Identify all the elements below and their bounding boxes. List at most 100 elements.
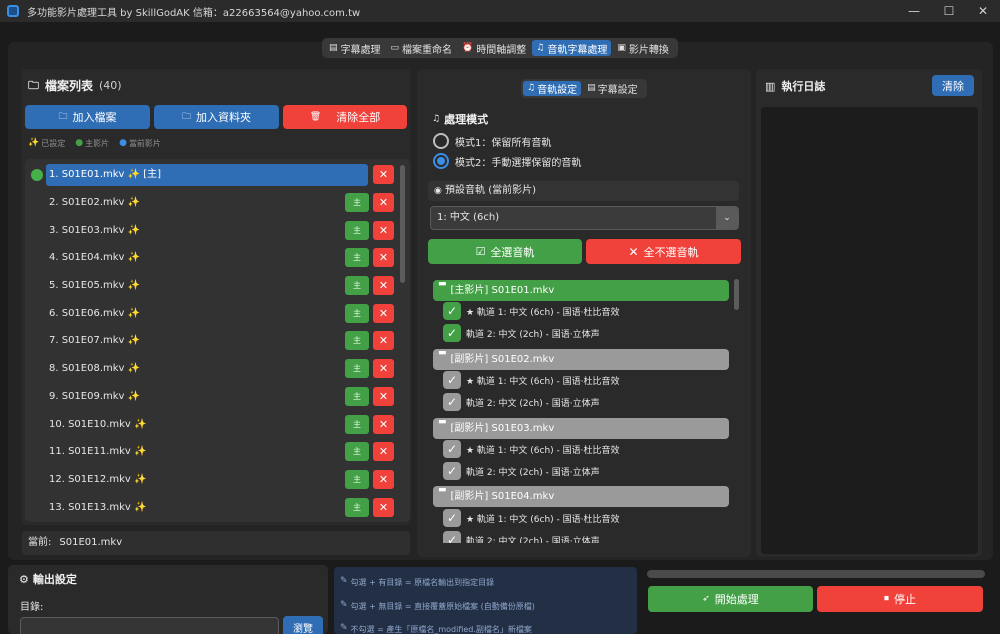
chevron-down-icon[interactable]: ⌄ [716, 207, 738, 229]
file-item[interactable]: 6. S01E06.mkv ✨ 主 ✕ [25, 303, 410, 325]
file-name[interactable]: 6. S01E06.mkv ✨ [46, 303, 140, 325]
start-button[interactable]: ➶ 開始處理 [648, 586, 813, 612]
add-folder-button[interactable]: 🗀 加入資料夾 [154, 105, 279, 129]
file-name[interactable]: 9. S01E09.mkv ✨ [46, 386, 140, 408]
tab-subtitle-settings[interactable]: ▤ 字幕設定 [583, 81, 642, 97]
mode1-radio[interactable]: 模式1：保留所有音軌 [433, 133, 551, 149]
checkbox-checked-icon[interactable]: ✓ [443, 302, 461, 320]
remove-file-button[interactable]: ✕ [373, 304, 394, 323]
set-main-button[interactable]: 主 [345, 470, 369, 489]
radio-selected-icon[interactable] [433, 153, 449, 169]
set-main-button[interactable]: 主 [345, 304, 369, 323]
checkbox-checked-icon[interactable]: ✓ [443, 440, 461, 458]
set-main-button[interactable]: 主 [345, 221, 369, 240]
file-item[interactable]: 11. S01E11.mkv ✨ 主 ✕ [25, 441, 410, 463]
checkbox-checked-icon[interactable]: ✓ [443, 531, 461, 543]
tab-audio-subtitle[interactable]: ♫ 音軌字幕處理 [532, 40, 612, 56]
set-main-button[interactable]: 主 [345, 193, 369, 212]
preset-track-select[interactable]: 1: 中文 (6ch) ⌄ [430, 206, 739, 230]
radio-icon[interactable] [433, 133, 449, 149]
remove-file-button[interactable]: ✕ [373, 248, 394, 267]
file-item[interactable]: 4. S01E04.mkv ✨ 主 ✕ [25, 247, 410, 269]
browse-button[interactable]: 瀏覽 [283, 616, 323, 634]
file-name[interactable]: 10. S01E10.mkv ✨ [46, 414, 146, 436]
select-all-label: 全選音軌 [490, 245, 535, 259]
remove-file-button[interactable]: ✕ [373, 442, 394, 461]
select-none-tracks-button[interactable]: ✕ 全不選音軌 [586, 239, 741, 264]
log-output[interactable] [761, 107, 978, 554]
file-name[interactable]: 2. S01E02.mkv ✨ [46, 192, 140, 214]
mode2-radio[interactable]: 模式2：手動選擇保留的音軌 [433, 153, 581, 169]
remove-file-button[interactable]: ✕ [373, 387, 394, 406]
track-item[interactable]: ✓ ★ 軌道 1: 中文 (6ch) - 国语·杜比音效 [443, 440, 620, 458]
remove-file-button[interactable]: ✕ [373, 193, 394, 212]
checkbox-checked-icon[interactable]: ✓ [443, 509, 461, 527]
add-files-button[interactable]: 🗀 加入檔案 [25, 105, 150, 129]
file-name[interactable]: 13. S01E13.mkv ✨ [46, 497, 146, 519]
track-item[interactable]: ✓ 軌道 2: 中文 (2ch) - 国语·立体声 [443, 393, 600, 411]
maximize-button[interactable]: ☐ [932, 0, 966, 22]
file-name[interactable]: 11. S01E11.mkv ✨ [46, 441, 146, 463]
tab-subtitle[interactable]: ▤ 字幕處理 [325, 40, 385, 56]
browse-label: 瀏覽 [293, 623, 313, 634]
file-name[interactable]: 7. S01E07.mkv ✨ [46, 330, 140, 352]
track-item[interactable]: ✓ 軌道 2: 中文 (2ch) - 国语·立体声 [443, 324, 600, 342]
file-name[interactable]: 5. S01E05.mkv ✨ [46, 275, 140, 297]
video-group-header: ▬ [副影片] S01E04.mkv [433, 486, 729, 507]
set-main-button[interactable]: 主 [345, 498, 369, 517]
track-item[interactable]: ✓ ★ 軌道 1: 中文 (6ch) - 国语·杜比音效 [443, 371, 620, 389]
remove-file-button[interactable]: ✕ [373, 415, 394, 434]
tab-rename[interactable]: ▭ 檔案重命名 [387, 40, 457, 56]
file-item[interactable]: 3. S01E03.mkv ✨ 主 ✕ [25, 220, 410, 242]
tab-audio-settings[interactable]: ♫ 音軌設定 [523, 81, 582, 96]
file-item[interactable]: 9. S01E09.mkv ✨ 主 ✕ [25, 386, 410, 408]
track-item[interactable]: ✓ ★ 軌道 1: 中文 (6ch) - 国语·杜比音效 [443, 509, 620, 527]
remove-file-button[interactable]: ✕ [373, 165, 394, 184]
clear-log-button[interactable]: 清除 [932, 75, 974, 96]
set-main-button[interactable]: 主 [345, 415, 369, 434]
set-main-button[interactable]: 主 [345, 331, 369, 350]
file-item[interactable]: 2. S01E02.mkv ✨ 主 ✕ [25, 192, 410, 214]
output-dir-input[interactable] [20, 617, 279, 634]
remove-file-button[interactable]: ✕ [373, 498, 394, 517]
set-main-button[interactable]: 主 [345, 276, 369, 295]
file-name[interactable]: 8. S01E08.mkv ✨ [46, 358, 140, 380]
remove-file-button[interactable]: ✕ [373, 276, 394, 295]
track-item[interactable]: ✓ 軌道 2: 中文 (2ch) - 国语·立体声 [443, 531, 600, 543]
set-main-button[interactable]: 主 [345, 442, 369, 461]
file-item[interactable]: 7. S01E07.mkv ✨ 主 ✕ [25, 330, 410, 352]
set-main-button[interactable]: 主 [345, 387, 369, 406]
select-all-tracks-button[interactable]: ☑ 全選音軌 [428, 239, 582, 264]
remove-file-button[interactable]: ✕ [373, 359, 394, 378]
file-name[interactable]: 1. S01E01.mkv ✨ [主] [46, 164, 368, 186]
tab-video-convert[interactable]: ▣ 影片轉換 [613, 40, 673, 56]
file-name[interactable]: 3. S01E03.mkv ✨ [46, 220, 140, 242]
tab-timeline[interactable]: ⏰ 時間軸調整 [458, 40, 530, 56]
file-item[interactable]: 10. S01E10.mkv ✨ 主 ✕ [25, 414, 410, 436]
checkbox-checked-icon[interactable]: ✓ [443, 371, 461, 389]
preset-track-header: ◉ 預設音軌 (當前影片) [428, 181, 739, 201]
set-main-button[interactable]: 主 [345, 359, 369, 378]
file-item[interactable]: 13. S01E13.mkv ✨ 主 ✕ [25, 497, 410, 519]
file-list-scrollbar[interactable] [400, 165, 405, 283]
track-item[interactable]: ✓ ★ 軌道 1: 中文 (6ch) - 国语·杜比音效 [443, 302, 620, 320]
tracks-scrollbar[interactable] [734, 279, 739, 310]
remove-file-button[interactable]: ✕ [373, 221, 394, 240]
checkbox-checked-icon[interactable]: ✓ [443, 324, 461, 342]
stop-button[interactable]: ⏹ 停止 [817, 586, 983, 612]
remove-file-button[interactable]: ✕ [373, 470, 394, 489]
checkbox-checked-icon[interactable]: ✓ [443, 462, 461, 480]
file-name[interactable]: 4. S01E04.mkv ✨ [46, 247, 140, 269]
file-name[interactable]: 12. S01E12.mkv ✨ [46, 469, 146, 491]
minimize-button[interactable]: — [897, 0, 931, 22]
checkbox-checked-icon[interactable]: ✓ [443, 393, 461, 411]
file-item[interactable]: 5. S01E05.mkv ✨ 主 ✕ [25, 275, 410, 297]
close-window-button[interactable]: ✕ [966, 0, 1000, 22]
track-item[interactable]: ✓ 軌道 2: 中文 (2ch) - 国语·立体声 [443, 462, 600, 480]
clear-all-button[interactable]: 🗑 清除全部 [283, 105, 407, 129]
remove-file-button[interactable]: ✕ [373, 331, 394, 350]
file-item[interactable]: 1. S01E01.mkv ✨ [主] ✕ [25, 164, 410, 186]
file-item[interactable]: 8. S01E08.mkv ✨ 主 ✕ [25, 358, 410, 380]
set-main-button[interactable]: 主 [345, 248, 369, 267]
file-item[interactable]: 12. S01E12.mkv ✨ 主 ✕ [25, 469, 410, 491]
